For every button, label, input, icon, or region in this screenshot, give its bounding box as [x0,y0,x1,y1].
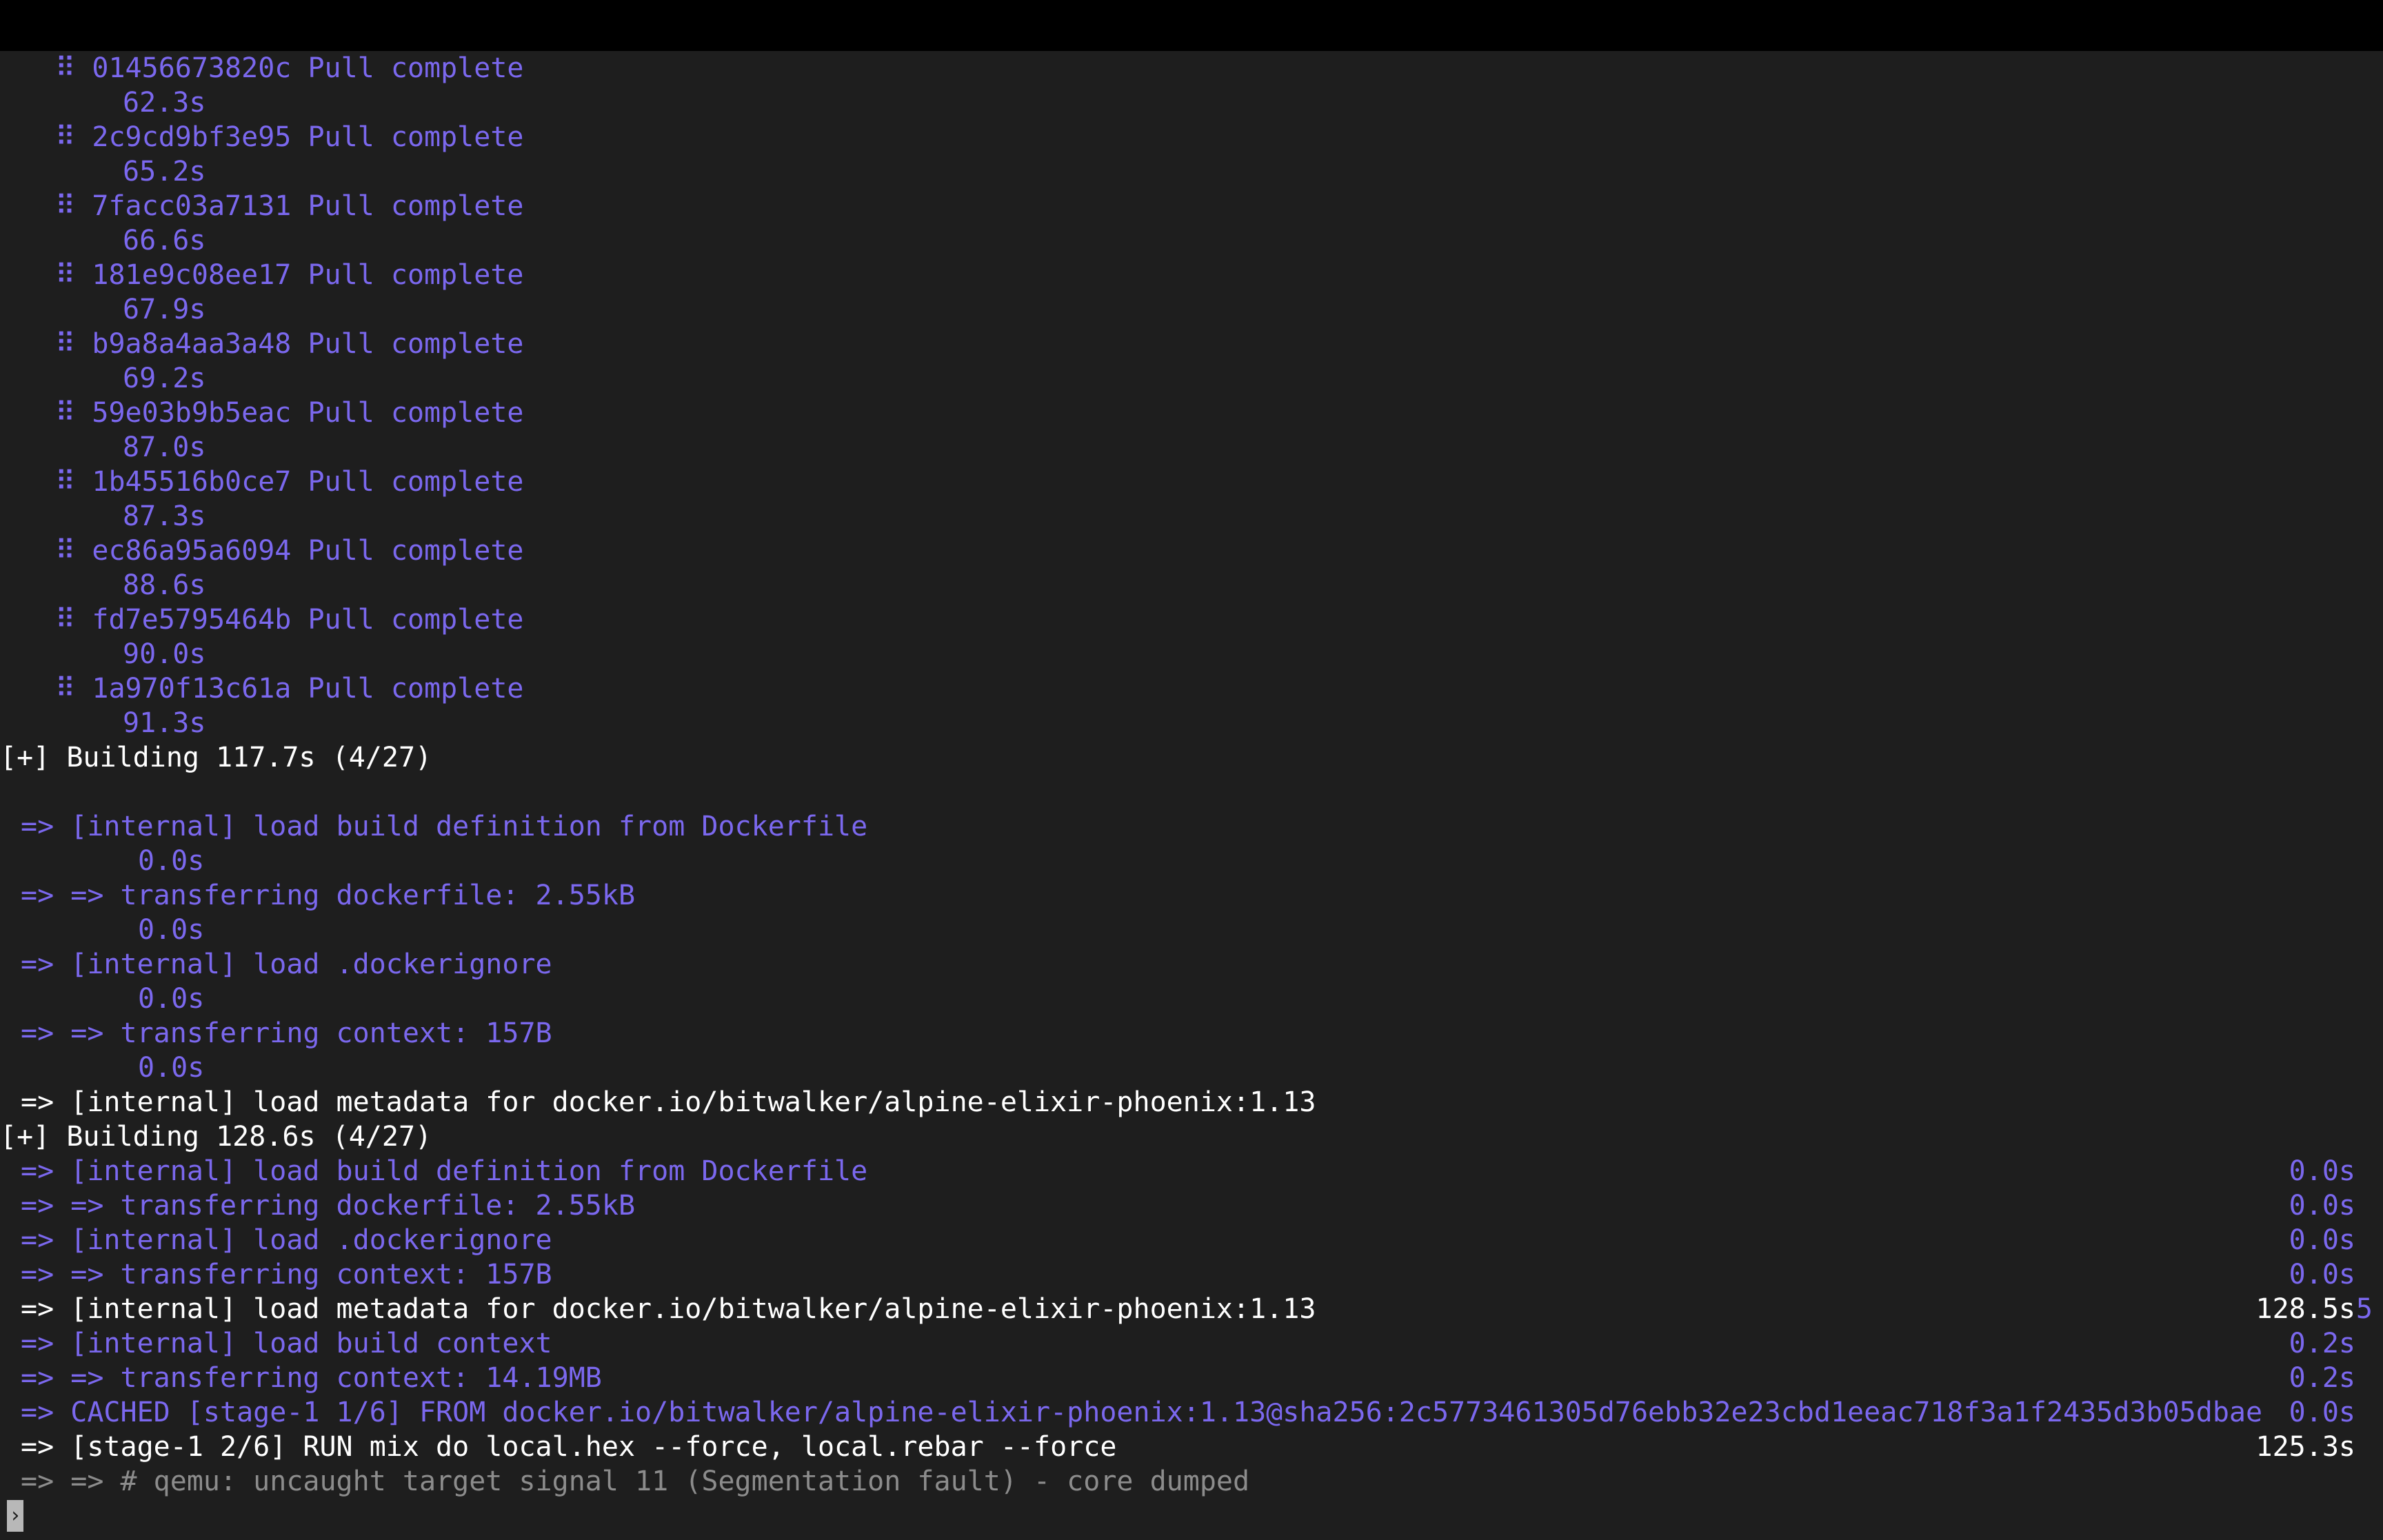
layer-time-line: 91.3s [0,706,2383,740]
build-step-time: 125.3s [2255,1431,2356,1463]
build-step: => [internal] load .dockerignore 0.0s [0,1223,2383,1257]
build-step-time-line: 0.0s [0,913,2383,947]
layer-status: ⠿ fd7e5795464b Pull complete [55,604,524,636]
layer-status: ⠿ 181e9c08ee17 Pull complete [55,259,524,291]
layer-status: ⠿ 7facc03a7131 Pull complete [55,190,524,222]
layer-time-line: 67.9s [0,292,2383,327]
build-step-time: 0.2s [2289,1328,2355,1359]
build-step-time: 0.0s [2289,1155,2355,1187]
build-step-text: => => # qemu: uncaught target signal 11 … [21,1466,1250,1497]
layer-status: ⠿ 01456673820c Pull complete [55,52,524,84]
build-step-time: 0.0s [138,845,205,877]
build-step: => [stage-1 2/6] RUN mix do local.hex --… [0,1430,2383,1464]
build-step-text: => [stage-1 2/6] RUN mix do local.hex --… [21,1431,1117,1463]
window-titlebar [0,0,2383,51]
build-step: => => transferring context: 14.19MB 0.2s [0,1361,2383,1395]
build-step: => [internal] load build definition from… [0,809,2383,844]
layer-status: ⠿ 2c9cd9bf3e95 Pull complete [55,121,524,153]
build-step: => [internal] load metadata for docker.i… [0,1292,2383,1326]
terminal-output[interactable]: ⠿ 01456673820c Pull complete 62.3s ⠿ 2c9cd… [0,51,2383,1540]
build-step-text: => [internal] load .dockerignore [21,949,552,980]
layer-time: 69.2s [123,363,206,394]
build-step-text: => => transferring dockerfile: 2.55kB [21,1190,636,1222]
layer-time: 90.0s [123,638,206,670]
build-step: => => # qemu: uncaught target signal 11 … [0,1464,2383,1499]
layer-line: ⠿ ec86a95a6094 Pull complete [0,534,2383,568]
layer-line: ⠿ 7facc03a7131 Pull complete [0,189,2383,223]
build-header: [+] Building 128.6s (4/27) [0,1119,2383,1154]
build-step-time: 0.0s [138,983,205,1015]
layer-time-line: 62.3s [0,85,2383,120]
build-step: => [internal] load .dockerignore [0,947,2383,982]
build-step-text: => [internal] load metadata for docker.i… [21,1293,1316,1325]
build-step-time: 0.0s [2289,1190,2355,1222]
build-step-time: 0.0s [2289,1259,2355,1290]
build-step: => => transferring dockerfile: 2.55kB 0.0… [0,1188,2383,1223]
build-step: => => transferring context: 157B [0,1016,2383,1051]
build-step-text: => [internal] load .dockerignore [21,1224,552,1256]
build-step-time: 0.2s [2289,1362,2355,1394]
layer-time-line: 88.6s [0,568,2383,602]
build-header-text: [+] Building 117.7s (4/27) [0,742,432,773]
build-step: => [internal] load metadata for docker.i… [0,1085,2383,1119]
build-header: [+] Building 117.7s (4/27) [0,740,2383,775]
layer-line: ⠿ 1a970f13c61a Pull complete [0,671,2383,706]
layer-time: 91.3s [123,707,206,739]
build-step-text: => [internal] load build definition from… [21,811,868,842]
layer-line: ⠿ b9a8a4aa3a48 Pull complete [0,327,2383,361]
build-step-time-line: 0.0s [0,844,2383,878]
build-step-time-line: 0.0s [0,1051,2383,1085]
build-step-time: 0.0s [2289,1397,2355,1428]
layer-time: 87.3s [123,500,206,532]
build-step-time: 0.0s [138,914,205,946]
build-step-time: 0.0s [2289,1224,2355,1256]
prompt-cursor[interactable]: › [7,1500,23,1532]
layer-status: ⠿ 1a970f13c61a Pull complete [55,673,524,705]
build-step-time-line: 0.0s [0,982,2383,1016]
build-step-time-tail: 5 [2355,1293,2373,1325]
layer-time: 62.3s [123,87,206,119]
build-step-text: => CACHED [stage-1 1/6] FROM docker.io/b… [21,1397,2263,1428]
layer-status: ⠿ ec86a95a6094 Pull complete [55,535,524,567]
layer-status: ⠿ 1b45516b0ce7 Pull complete [55,466,524,498]
build-step: => => transferring dockerfile: 2.55kB [0,878,2383,913]
build-step-text: => => transferring dockerfile: 2.55kB [21,880,636,911]
build-step: => => transferring context: 157B 0.0s [0,1257,2383,1292]
layer-time: 66.6s [123,225,206,256]
build-step-time: 128.5s [2255,1293,2356,1325]
layer-line: ⠿ 01456673820c Pull complete [0,51,2383,85]
build-step: => [internal] load build definition from… [0,1154,2383,1188]
layer-time-line: 90.0s [0,637,2383,671]
layer-line: ⠿ 59e03b9b5eac Pull complete [0,396,2383,430]
build-header-text: [+] Building 128.6s (4/27) [0,1121,432,1153]
layer-time: 65.2s [123,156,206,188]
build-step-text: => => transferring context: 14.19MB [21,1362,602,1394]
layer-time: 87.0s [123,432,206,463]
layer-time: 67.9s [123,294,206,325]
layer-status: ⠿ 59e03b9b5eac Pull complete [55,397,524,429]
layer-line: ⠿ 181e9c08ee17 Pull complete [0,258,2383,292]
build-step-text: => [internal] load build definition from… [21,1155,868,1187]
layer-time-line: 66.6s [0,223,2383,258]
layer-line: ⠿ 2c9cd9bf3e95 Pull complete [0,120,2383,154]
layer-line: ⠿ 1b45516b0ce7 Pull complete [0,465,2383,499]
layer-time-line: 69.2s [0,361,2383,396]
layer-status: ⠿ b9a8a4aa3a48 Pull complete [55,328,524,360]
build-step-text: => => transferring context: 157B [21,1259,552,1290]
build-step: => CACHED [stage-1 1/6] FROM docker.io/b… [0,1395,2383,1430]
layer-time-line: 87.0s [0,430,2383,465]
build-step: => [internal] load build context 0.2s [0,1326,2383,1361]
build-step-text: => => transferring context: 157B [21,1017,552,1049]
build-step-text: => [internal] load metadata for docker.i… [21,1086,1316,1118]
layer-line: ⠿ fd7e5795464b Pull complete [0,602,2383,637]
layer-time-line: 87.3s [0,499,2383,534]
build-step-time: 0.0s [138,1052,205,1084]
build-step-text: => [internal] load build context [21,1328,552,1359]
layer-time: 88.6s [123,569,206,601]
layer-time-line: 65.2s [0,154,2383,189]
